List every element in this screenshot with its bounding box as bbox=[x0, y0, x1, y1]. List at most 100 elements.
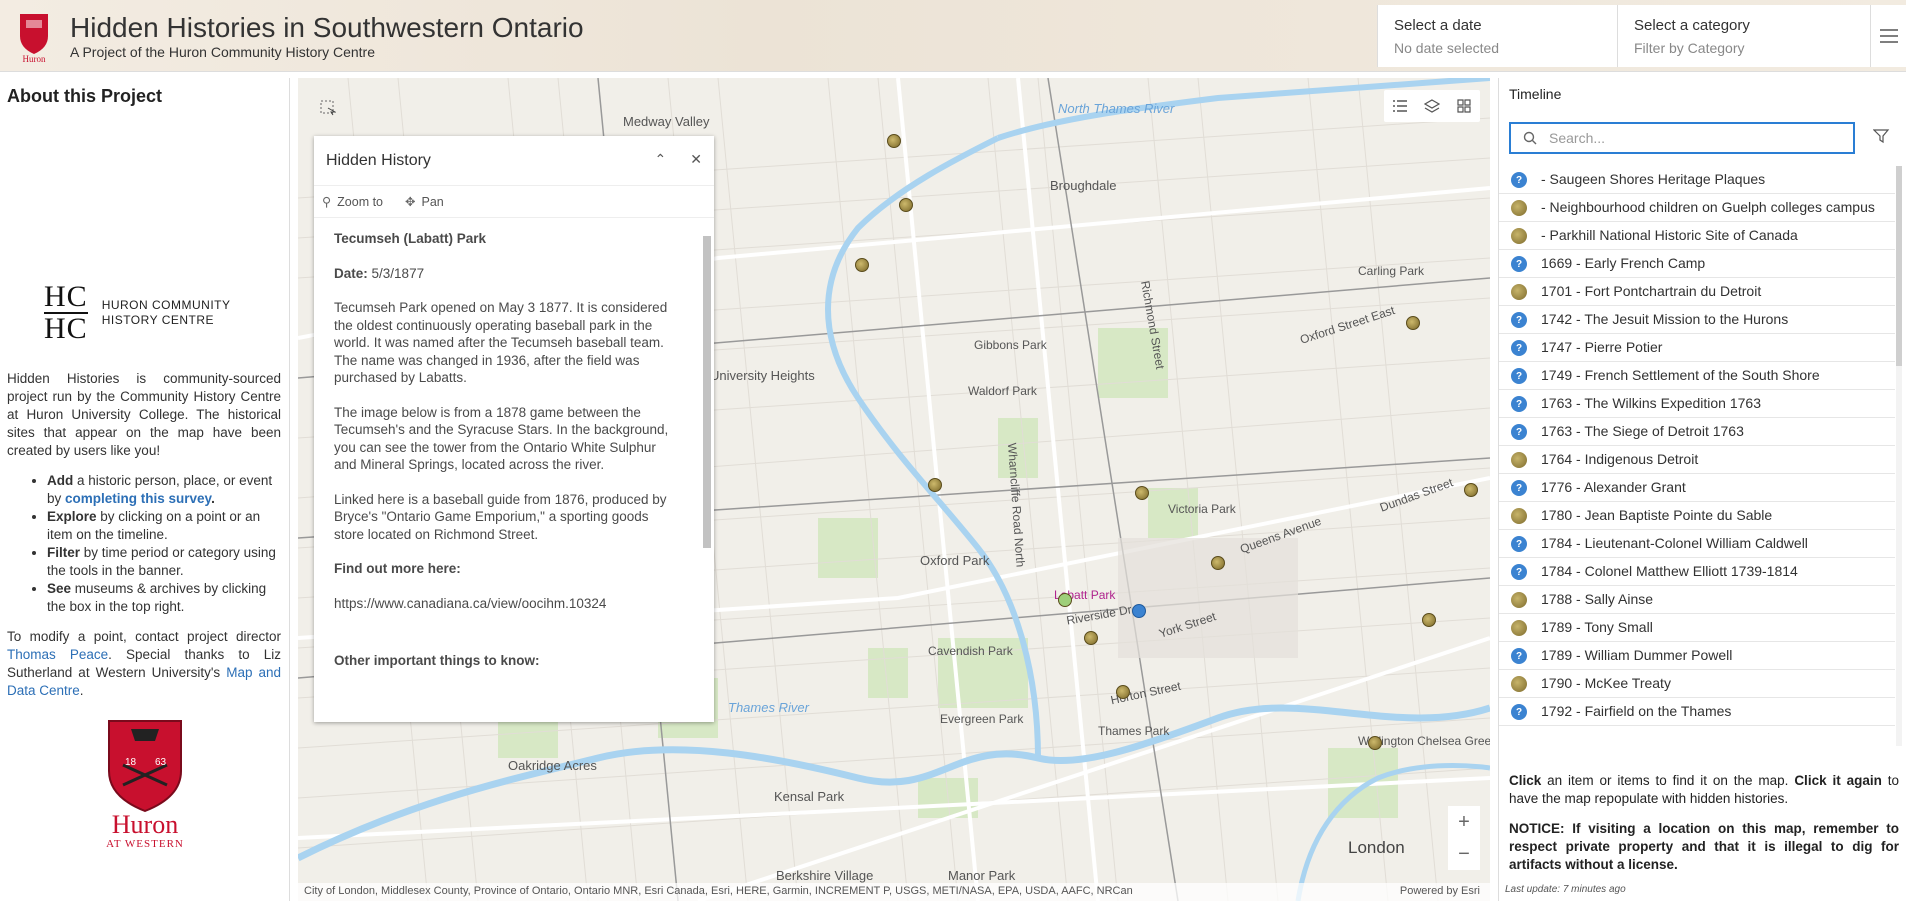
survey-link[interactable]: completing this survey bbox=[65, 491, 211, 506]
timeline-scrollbar[interactable] bbox=[1896, 166, 1902, 746]
timeline-item[interactable]: ? 1784 - Colonel Matthew Elliott 1739-181… bbox=[1499, 558, 1895, 586]
legend-button[interactable] bbox=[1384, 90, 1416, 122]
timeline-item-label: 1784 - Lieutenant-Colonel William Caldwe… bbox=[1541, 535, 1808, 551]
timeline-item-label: 1742 - The Jesuit Mission to the Hurons bbox=[1541, 311, 1789, 327]
photo-pin-icon bbox=[1511, 592, 1527, 608]
popup-para3: Linked here is a baseball guide from 187… bbox=[334, 491, 667, 542]
question-pin-icon: ? bbox=[1511, 424, 1527, 440]
map-pin[interactable] bbox=[1084, 631, 1098, 645]
timeline-item[interactable]: ? 1747 - Pierre Potier bbox=[1499, 334, 1895, 362]
collapse-icon[interactable]: ⌃ bbox=[655, 151, 667, 168]
map-pin[interactable] bbox=[855, 258, 869, 272]
map-pin[interactable] bbox=[887, 134, 901, 148]
timeline-item-label: 1701 - Fort Pontchartrain du Detroit bbox=[1541, 283, 1762, 299]
huron-logo[interactable]: Huron bbox=[14, 10, 54, 64]
popup-actions: ⚲ Zoom to ✥ Pan bbox=[314, 186, 714, 218]
find-more: Find out more here: bbox=[334, 561, 461, 576]
popup-url[interactable]: https://www.canadiana.ca/view/oocihm.103… bbox=[334, 595, 680, 613]
timeline-item[interactable]: - Parkhill National Historic Site of Can… bbox=[1499, 222, 1895, 250]
map-pin[interactable] bbox=[1406, 316, 1420, 330]
timeline-item[interactable]: ? 1792 - Fairfield on the Thames bbox=[1499, 698, 1895, 726]
date-filter-label: Select a date bbox=[1394, 17, 1482, 34]
huron-crest: 18 63 Huron AT WESTERN bbox=[106, 720, 183, 850]
timeline-item[interactable]: ? 1784 - Lieutenant-Colonel William Caldw… bbox=[1499, 530, 1895, 558]
timeline-item[interactable]: ? 1776 - Alexander Grant bbox=[1499, 474, 1895, 502]
map-pin-selected[interactable] bbox=[1058, 593, 1072, 607]
map-pin-question[interactable] bbox=[1132, 604, 1146, 618]
timeline-item[interactable]: 1780 - Jean Baptiste Pointe du Sable bbox=[1499, 502, 1895, 530]
timeline-notes: Click an item or items to find it on the… bbox=[1509, 773, 1899, 872]
pan-button[interactable]: ✥ Pan bbox=[405, 194, 444, 209]
timeline-item-label: 1789 - William Dummer Powell bbox=[1541, 647, 1733, 663]
question-pin-icon: ? bbox=[1511, 536, 1527, 552]
map-pin[interactable] bbox=[1116, 685, 1130, 699]
date-value: 5/3/1877 bbox=[371, 265, 425, 281]
label-thames-park: Thames Park bbox=[1098, 724, 1170, 738]
timeline-item[interactable]: ? - Saugeen Shores Heritage Plaques bbox=[1499, 166, 1895, 194]
timeline-item-label: - Parkhill National Historic Site of Can… bbox=[1541, 227, 1798, 243]
timeline-item[interactable]: ? 1749 - French Settlement of the South S… bbox=[1499, 362, 1895, 390]
popup-para1: Tecumseh Park opened on May 3 1877. It i… bbox=[334, 300, 668, 385]
hchc-line1: HURON COMMUNITY bbox=[101, 298, 231, 312]
timeline-search[interactable]: Search... bbox=[1509, 122, 1855, 154]
timeline-item[interactable]: 1764 - Indigenous Detroit bbox=[1499, 446, 1895, 474]
question-pin-icon: ? bbox=[1511, 396, 1527, 412]
photo-pin-icon bbox=[1511, 200, 1527, 216]
select-tool[interactable] bbox=[320, 100, 337, 121]
timeline-item[interactable]: ? 1742 - The Jesuit Mission to the Hurons bbox=[1499, 306, 1895, 334]
question-pin-icon: ? bbox=[1511, 256, 1527, 272]
list-icon bbox=[1393, 100, 1407, 112]
basemap-button[interactable] bbox=[1448, 90, 1480, 122]
bullet-filter: Filter by time period or category using … bbox=[47, 544, 281, 580]
label-kensal: Kensal Park bbox=[774, 789, 845, 804]
bullet-explore: Explore by clicking on a point or an ite… bbox=[47, 508, 281, 544]
menu-button[interactable] bbox=[1870, 5, 1906, 67]
date-filter[interactable]: Select a date No date selected bbox=[1377, 5, 1617, 67]
zoom-out-button[interactable]: − bbox=[1448, 838, 1480, 870]
label-medway: Medway Valley bbox=[623, 114, 710, 129]
label-waldorf: Waldorf Park bbox=[968, 384, 1037, 398]
timeline-item[interactable]: ? 1789 - William Dummer Powell bbox=[1499, 642, 1895, 670]
map-pin[interactable] bbox=[1211, 556, 1225, 570]
map-pin[interactable] bbox=[1422, 613, 1436, 627]
zoom-to-button[interactable]: ⚲ Zoom to bbox=[322, 194, 383, 209]
label-oxford-park: Oxford Park bbox=[920, 553, 990, 568]
close-icon[interactable]: ✕ bbox=[690, 151, 702, 168]
timeline-item[interactable]: ? 1763 - The Wilkins Expedition 1763 bbox=[1499, 390, 1895, 418]
map-pin[interactable] bbox=[899, 198, 913, 212]
popup-scrollbar[interactable] bbox=[702, 222, 712, 718]
label-gibbons: Gibbons Park bbox=[974, 338, 1047, 352]
timeline-item[interactable]: ? 1763 - The Siege of Detroit 1763 bbox=[1499, 418, 1895, 446]
svg-text:63: 63 bbox=[155, 757, 167, 768]
map-pin[interactable] bbox=[928, 478, 942, 492]
layers-button[interactable] bbox=[1416, 90, 1448, 122]
map-pin[interactable] bbox=[1368, 736, 1382, 750]
timeline-item-label: 1788 - Sally Ainse bbox=[1541, 591, 1654, 607]
timeline-item-label: 1789 - Tony Small bbox=[1541, 619, 1653, 635]
filter-icon[interactable] bbox=[1873, 128, 1891, 144]
timeline-item[interactable]: 1790 - McKee Treaty bbox=[1499, 670, 1895, 698]
zoom-in-button[interactable]: + bbox=[1448, 806, 1480, 838]
category-filter[interactable]: Select a category Filter by Category bbox=[1617, 5, 1870, 67]
timeline-item[interactable]: - Neighbourhood children on Guelph colle… bbox=[1499, 194, 1895, 222]
map-pin[interactable] bbox=[1135, 486, 1149, 500]
search-icon bbox=[1523, 131, 1537, 145]
powered-by[interactable]: Powered by Esri bbox=[1400, 885, 1480, 897]
timeline-item[interactable]: 1788 - Sally Ainse bbox=[1499, 586, 1895, 614]
timeline-item[interactable]: 1789 - Tony Small bbox=[1499, 614, 1895, 642]
timeline-item[interactable]: ? 1669 - Early French Camp bbox=[1499, 250, 1895, 278]
label-victoria-park: Victoria Park bbox=[1168, 502, 1236, 516]
date-filter-value: No date selected bbox=[1394, 40, 1500, 56]
popup-header: Hidden History ⌃ ✕ bbox=[314, 136, 714, 186]
hchc-logo: HC HC HURON COMMUNITY HISTORY CENTRE bbox=[44, 282, 231, 344]
photo-pin-icon bbox=[1511, 620, 1527, 636]
about-bullets: Add a historic person, place, or event b… bbox=[47, 472, 281, 616]
bullet-see: See museums & archives by clicking the b… bbox=[47, 580, 281, 616]
timeline-item[interactable]: 1701 - Fort Pontchartrain du Detroit bbox=[1499, 278, 1895, 306]
app-header: Huron Hidden Histories in Southwestern O… bbox=[0, 0, 1906, 72]
contact-link[interactable]: Thomas Peace bbox=[7, 647, 108, 662]
timeline-item-label: - Saugeen Shores Heritage Plaques bbox=[1541, 171, 1766, 187]
map-pin[interactable] bbox=[1464, 483, 1478, 497]
photo-pin-icon bbox=[1511, 676, 1527, 692]
zoom-controls: + − bbox=[1448, 806, 1480, 870]
